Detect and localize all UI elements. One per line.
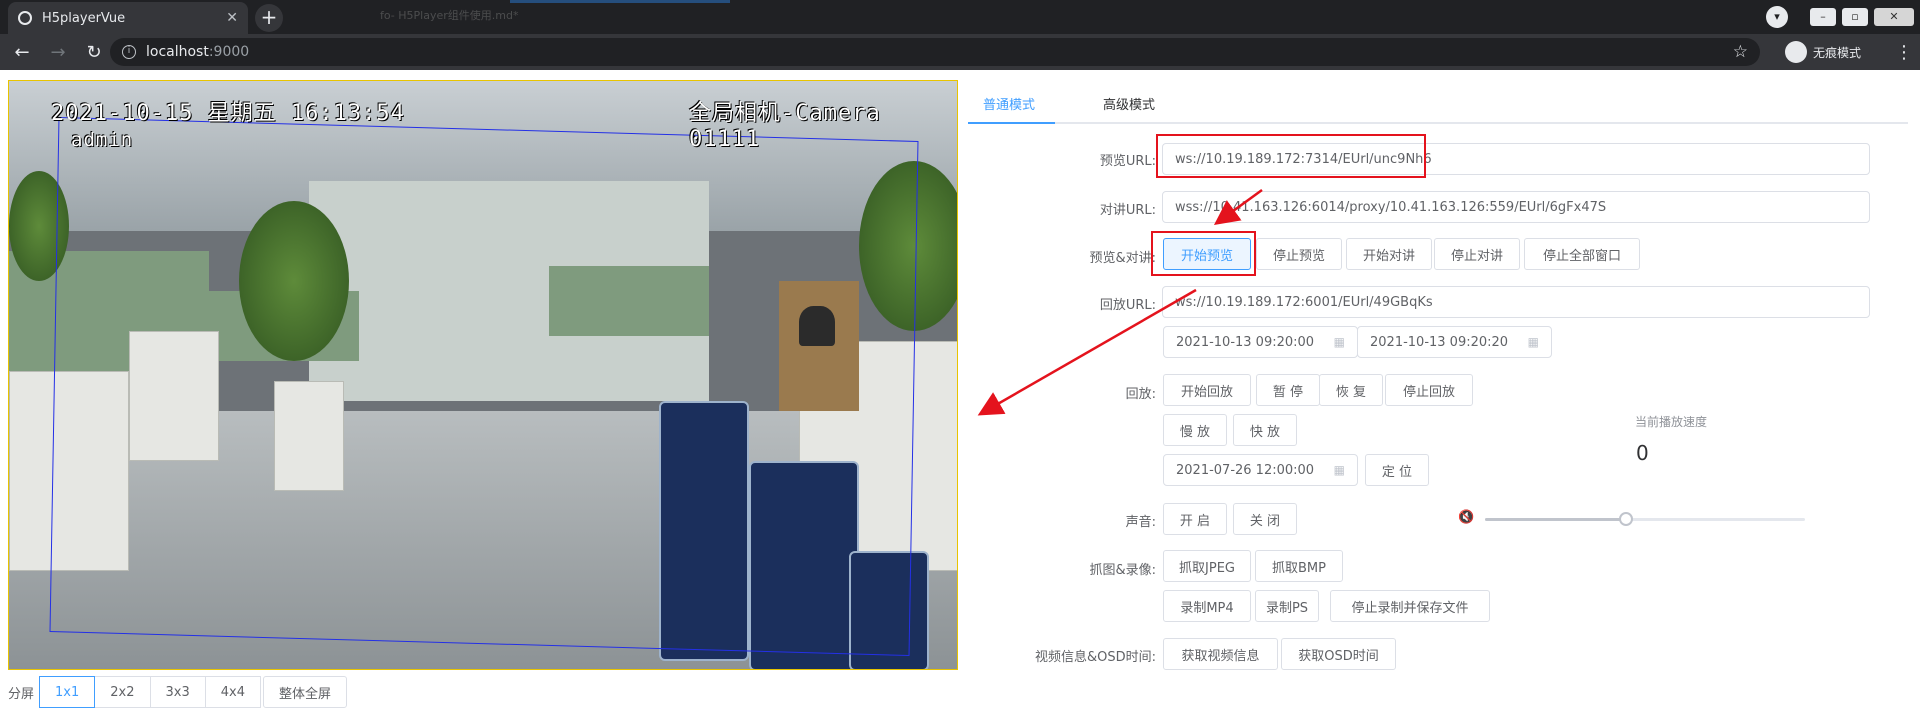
start-time-picker[interactable]: 2021-10-13 09:20:00 ▦ [1163,326,1358,358]
preview-url-label: 预览URL: [1099,154,1156,169]
seek-time-value: 2021-07-26 12:00:00 [1176,462,1315,478]
split-3x3-button[interactable]: 3x3 [149,676,206,708]
window-close-button[interactable]: ✕ [1874,8,1914,26]
audio-on-button[interactable]: 开 启 [1163,503,1227,535]
talk-url-value: wss://10.41.163.126:6014/proxy/10.41.163… [1175,199,1607,215]
back-arrow-icon[interactable]: ← [8,42,36,63]
record-mp4-button[interactable]: 录制MP4 [1163,590,1251,622]
tab-active-indicator [968,122,1055,124]
calendar-icon: ▦ [1333,463,1345,477]
minimize-button[interactable]: – [1810,8,1836,26]
forward-arrow-icon[interactable]: → [44,42,72,63]
tab-close-icon[interactable]: ✕ [226,10,238,26]
stop-record-save-button[interactable]: 停止录制并保存文件 [1330,590,1490,622]
annotation-highlight-start-preview [1151,231,1256,276]
stop-talk-button[interactable]: 停止对讲 [1434,238,1520,270]
stop-preview-button[interactable]: 停止预览 [1256,238,1342,270]
get-osd-time-button[interactable]: 获取OSD时间 [1281,638,1396,670]
tab-normal-mode[interactable]: 普通模式 [983,94,1035,113]
capture-bmp-button[interactable]: 抓取BMP [1255,550,1343,582]
window-controls: ▾ – ▫ ✕ [1766,0,1920,34]
osd-camera-name: 全局相机-Camera 01111 [689,101,881,152]
stop-playback-button[interactable]: 停止回放 [1385,374,1473,406]
audio-label: 声音: [1125,515,1156,530]
volume-slider[interactable] [1485,512,1805,526]
maximize-button[interactable]: ▫ [1842,8,1868,26]
resume-button[interactable]: 恢 复 [1319,374,1383,406]
start-playback-button[interactable]: 开始回放 [1163,374,1251,406]
browser-menu-icon[interactable]: ⋮ [1895,42,1913,63]
browser-toolbar: ← → ↻ i localhost :9000 ☆ [0,34,1920,70]
audio-off-button[interactable]: 关 闭 [1233,503,1297,535]
capture-record-label: 抓图&录像: [1089,563,1156,578]
reload-icon[interactable]: ↻ [80,42,108,63]
mute-icon[interactable]: 🔇 [1458,510,1474,525]
end-time-picker[interactable]: 2021-10-13 09:20:20 ▦ [1357,326,1552,358]
split-1x1-button[interactable]: 1x1 [39,676,96,708]
capture-jpeg-button[interactable]: 抓取JPEG [1163,550,1251,582]
playback-speed-label: 当前播放速度 [1635,415,1708,429]
address-bar[interactable]: i localhost :9000 ☆ [110,38,1760,66]
split-screen-controls: 分屏 1x1 2x2 3x3 4x4 整体全屏 [8,676,348,708]
playback-url-value: ws://10.19.189.172:6001/EUrl/49GBqKs [1175,294,1433,310]
browser-tab[interactable]: H5playerVue ✕ [8,2,248,34]
annotation-highlight-preview-url [1156,134,1426,178]
slow-button[interactable]: 慢 放 [1163,414,1227,446]
seek-time-picker[interactable]: 2021-07-26 12:00:00 ▦ [1163,454,1358,486]
background-window-title: fo- H5Player组件使用.md* [380,9,519,22]
seek-button[interactable]: 定 位 [1365,454,1429,486]
url-host: localhost [146,44,209,60]
osd-user: admin [71,129,134,151]
end-time-value: 2021-10-13 09:20:20 [1370,334,1509,350]
globe-icon [18,11,32,25]
volume-slider-handle[interactable] [1618,512,1633,526]
tab-title: H5playerVue [42,10,126,26]
incognito-icon [1785,41,1807,63]
new-tab-button[interactable]: + [255,4,283,32]
start-talk-button[interactable]: 开始对讲 [1346,238,1432,270]
preview-talk-label: 预览&对讲: [1089,251,1156,266]
pause-button[interactable]: 暂 停 [1256,374,1320,406]
calendar-icon: ▦ [1333,335,1345,349]
background-window-accent [510,0,730,3]
url-port: :9000 [208,44,250,60]
playback-label: 回放: [1125,387,1156,402]
start-time-value: 2021-10-13 09:20:00 [1176,334,1315,350]
playback-url-input[interactable]: ws://10.19.189.172:6001/EUrl/49GBqKs [1162,286,1870,318]
split-4x4-button[interactable]: 4x4 [204,676,262,708]
tab-advanced-mode[interactable]: 高级模式 [1103,94,1155,113]
bookmark-star-icon[interactable]: ☆ [1733,42,1748,62]
incognito-label: 无痕模式 [1813,45,1862,60]
fast-button[interactable]: 快 放 [1233,414,1297,446]
talk-url-input[interactable]: wss://10.41.163.126:6014/proxy/10.41.163… [1162,191,1870,223]
split-2x2-button[interactable]: 2x2 [94,676,151,708]
mode-tabs: 普通模式 高级模式 [968,88,1908,124]
talk-url-label: 对讲URL: [1099,203,1156,218]
split-label: 分屏 [8,686,35,702]
video-window[interactable]: 2021-10-15 星期五 16:13:54 全局相机-Camera 0111… [8,80,958,670]
get-video-info-button[interactable]: 获取视频信息 [1163,638,1278,670]
playback-speed-value: 0 [1636,441,1649,465]
site-info-icon[interactable]: i [122,45,136,59]
calendar-icon: ▦ [1527,335,1539,349]
volume-slider-fill [1485,518,1626,521]
stop-all-windows-button[interactable]: 停止全部窗口 [1524,238,1640,270]
background-window-strip: fo- H5Player组件使用.md* [380,0,800,26]
browser-tabstrip: H5playerVue ✕ + fo- H5Player组件使用.md* ▾ –… [0,0,1920,34]
tab-search-icon[interactable]: ▾ [1766,6,1788,28]
osd-datetime: 2021-10-15 星期五 16:13:54 [51,101,405,126]
record-ps-button[interactable]: 录制PS [1255,590,1319,622]
fullscreen-button[interactable]: 整体全屏 [263,676,348,708]
playback-url-label: 回放URL: [1099,298,1156,313]
intelligent-detection-box [49,116,919,657]
video-info-osd-label: 视频信息&OSD时间: [1034,650,1156,665]
incognito-indicator[interactable]: 无痕模式 [1785,40,1861,64]
